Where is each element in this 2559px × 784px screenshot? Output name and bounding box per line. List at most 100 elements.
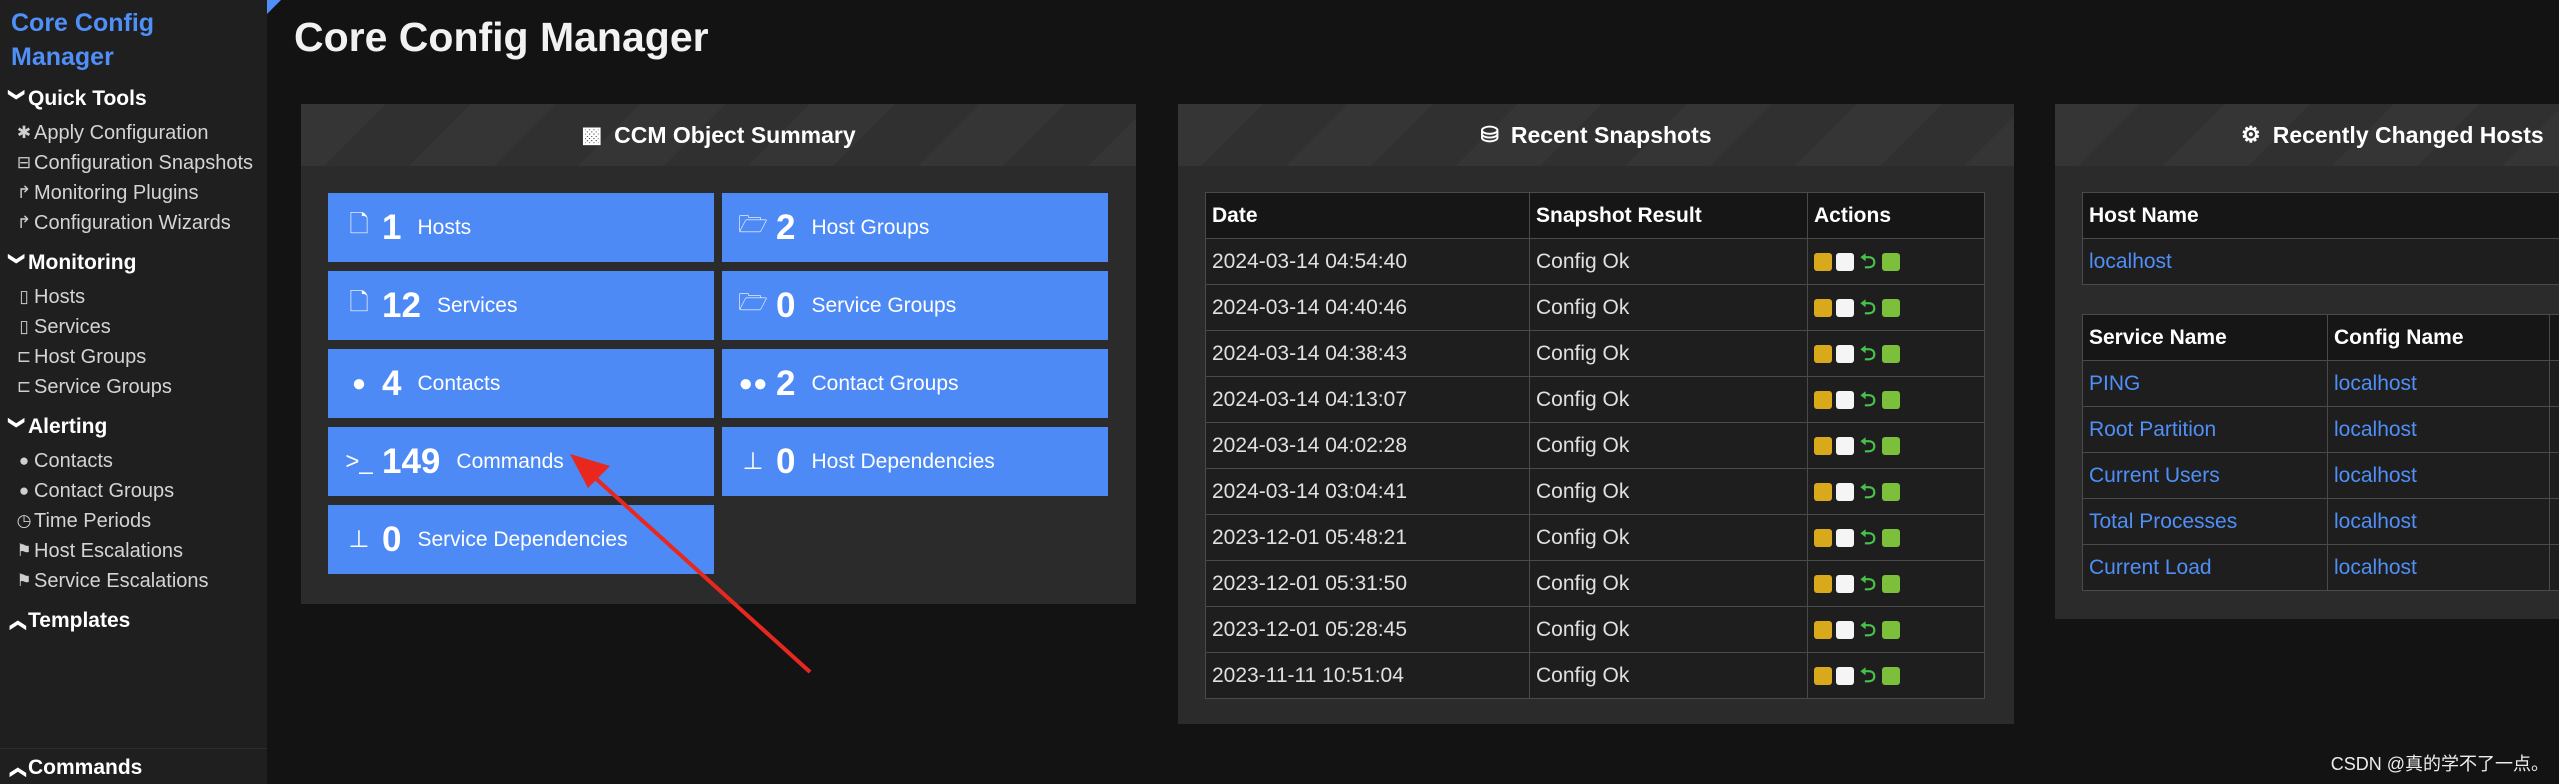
extra-cell [2549,498,2559,545]
download-icon[interactable] [1882,666,1900,685]
summary-tile-services[interactable]: 🗋 12 Services [328,271,714,340]
sidebar-item-label: Services [34,315,111,338]
view-file-icon[interactable] [1836,528,1854,547]
sidebar-item-time-periods[interactable]: ◷ Time Periods [0,506,267,536]
restore-package-icon[interactable] [1814,574,1832,593]
revert-icon[interactable]: ⮌ [1858,528,1878,548]
quick-tools-header[interactable]: ❯ Quick Tools [0,80,267,118]
revert-icon[interactable]: ⮌ [1858,436,1878,456]
sidebar-item-services[interactable]: ▯ Services [0,312,267,342]
view-file-icon[interactable] [1836,344,1854,363]
service-name-link[interactable]: Root Partition [2082,406,2328,453]
recently-changed-title: Recently Changed Hosts [2272,121,2544,148]
bar-chart-icon: ▩ [581,122,603,147]
restore-package-icon[interactable] [1814,666,1832,685]
restore-package-icon[interactable] [1814,528,1832,547]
download-icon[interactable] [1882,482,1900,501]
view-file-icon[interactable] [1836,390,1854,409]
sidebar-item-service-escalations[interactable]: ⚑ Service Escalations [0,566,267,596]
restore-package-icon[interactable] [1814,390,1832,409]
sidebar-item-service-groups[interactable]: ⊏ Service Groups [0,372,267,402]
sidebar-item-host-groups[interactable]: ⊏ Host Groups [0,342,267,372]
restore-package-icon[interactable] [1814,482,1832,501]
snapshot-result: Config Ok [1529,560,1808,607]
sidebar-item-hosts[interactable]: ▯ Hosts [0,282,267,312]
tile-count: 12 [382,285,421,325]
commands-section: ❯ Commands [0,748,267,784]
view-file-icon[interactable] [1836,620,1854,639]
service-name-link[interactable]: PING [2082,360,2328,407]
flag-icon: ⚑ [16,541,32,560]
download-icon[interactable] [1882,344,1900,363]
revert-icon[interactable]: ⮌ [1858,298,1878,318]
view-file-icon[interactable] [1836,666,1854,685]
download-icon[interactable] [1882,528,1900,547]
sidebar-item-label: Configuration Wizards [34,211,231,234]
summary-tile-hosts[interactable]: 🗋 1 Hosts [328,193,714,262]
sidebar-item-monitoring-plugins[interactable]: ↱ Monitoring Plugins [0,178,267,208]
commands-header[interactable]: ❯ Commands [0,749,267,784]
revert-icon[interactable]: ⮌ [1858,344,1878,364]
column-header-service-name[interactable]: Service Name [2082,314,2328,361]
restore-package-icon[interactable] [1814,344,1832,363]
templates-header[interactable]: ❯ Templates [0,602,267,640]
summary-tile-host-groups[interactable]: 🗁 2 Host Groups [722,193,1108,262]
sidebar-item-contact-groups[interactable]: ● Contact Groups [0,476,267,506]
summary-tile-contact-groups[interactable]: ●● 2 Contact Groups [722,349,1108,418]
host-name-link[interactable]: localhost [2082,238,2559,285]
sidebar-item-apply-configuration[interactable]: ✱ Apply Configuration [0,118,267,148]
download-icon[interactable] [1882,252,1900,271]
service-name-link[interactable]: Total Processes [2082,498,2328,545]
tile-count: 2 [776,363,796,403]
view-file-icon[interactable] [1836,252,1854,271]
revert-icon[interactable]: ⮌ [1858,482,1878,502]
config-name-link[interactable]: localhost [2327,544,2550,591]
summary-tile-contacts[interactable]: ● 4 Contacts [328,349,714,418]
tile-count: 2 [776,207,796,247]
alerting-section: ❯ Alerting ● Contacts ● Contact Groups ◷ Time… [0,408,267,596]
restore-package-icon[interactable] [1814,436,1832,455]
download-icon[interactable] [1882,620,1900,639]
config-name-link[interactable]: localhost [2327,498,2550,545]
revert-icon[interactable]: ⮌ [1858,666,1878,686]
app-title-line2[interactable]: Manager [11,40,257,74]
alerting-header[interactable]: ❯ Alerting [0,408,267,446]
column-header-date[interactable]: Date [1205,192,1530,239]
column-header-config-name[interactable]: Config Name [2327,314,2550,361]
restore-package-icon[interactable] [1814,620,1832,639]
view-file-icon[interactable] [1836,482,1854,501]
app-title-line1[interactable]: Core Config [11,6,257,40]
view-file-icon[interactable] [1836,298,1854,317]
view-file-icon[interactable] [1836,574,1854,593]
column-header-result[interactable]: Snapshot Result [1529,192,1808,239]
table-row: 2024-03-14 04:40:46 Config Ok ⮌ [1205,284,1985,331]
service-name-link[interactable]: Current Users [2082,452,2328,499]
service-name-link[interactable]: Current Load [2082,544,2328,591]
revert-icon[interactable]: ⮌ [1858,620,1878,640]
download-icon[interactable] [1882,298,1900,317]
download-icon[interactable] [1882,436,1900,455]
download-icon[interactable] [1882,574,1900,593]
sidebar-item-contacts[interactable]: ● Contacts [0,446,267,476]
sidebar-item-configuration-snapshots[interactable]: ⊟ Configuration Snapshots [0,148,267,178]
monitoring-header[interactable]: ❯ Monitoring [0,244,267,282]
chevron-down-icon: ❯ [8,88,25,102]
file-icon: 🗋 [349,211,369,238]
snapshot-actions: ⮌ [1807,652,1985,699]
sidebar-item-configuration-wizards[interactable]: ↱ Configuration Wizards [0,208,267,238]
restore-package-icon[interactable] [1814,298,1832,317]
revert-icon[interactable]: ⮌ [1858,574,1878,594]
view-file-icon[interactable] [1836,436,1854,455]
summary-tile-service-groups[interactable]: 🗁 0 Service Groups [722,271,1108,340]
config-name-link[interactable]: localhost [2327,406,2550,453]
config-name-link[interactable]: localhost [2327,360,2550,407]
download-icon[interactable] [1882,390,1900,409]
column-header-host-name[interactable]: Host Name [2082,192,2559,239]
snapshot-date: 2024-03-14 03:04:41 [1205,468,1530,515]
revert-icon[interactable]: ⮌ [1858,252,1878,272]
restore-package-icon[interactable] [1814,252,1832,271]
sidebar-item-host-escalations[interactable]: ⚑ Host Escalations [0,536,267,566]
config-name-link[interactable]: localhost [2327,452,2550,499]
app-title[interactable]: Core Config Manager [0,0,267,74]
revert-icon[interactable]: ⮌ [1858,390,1878,410]
